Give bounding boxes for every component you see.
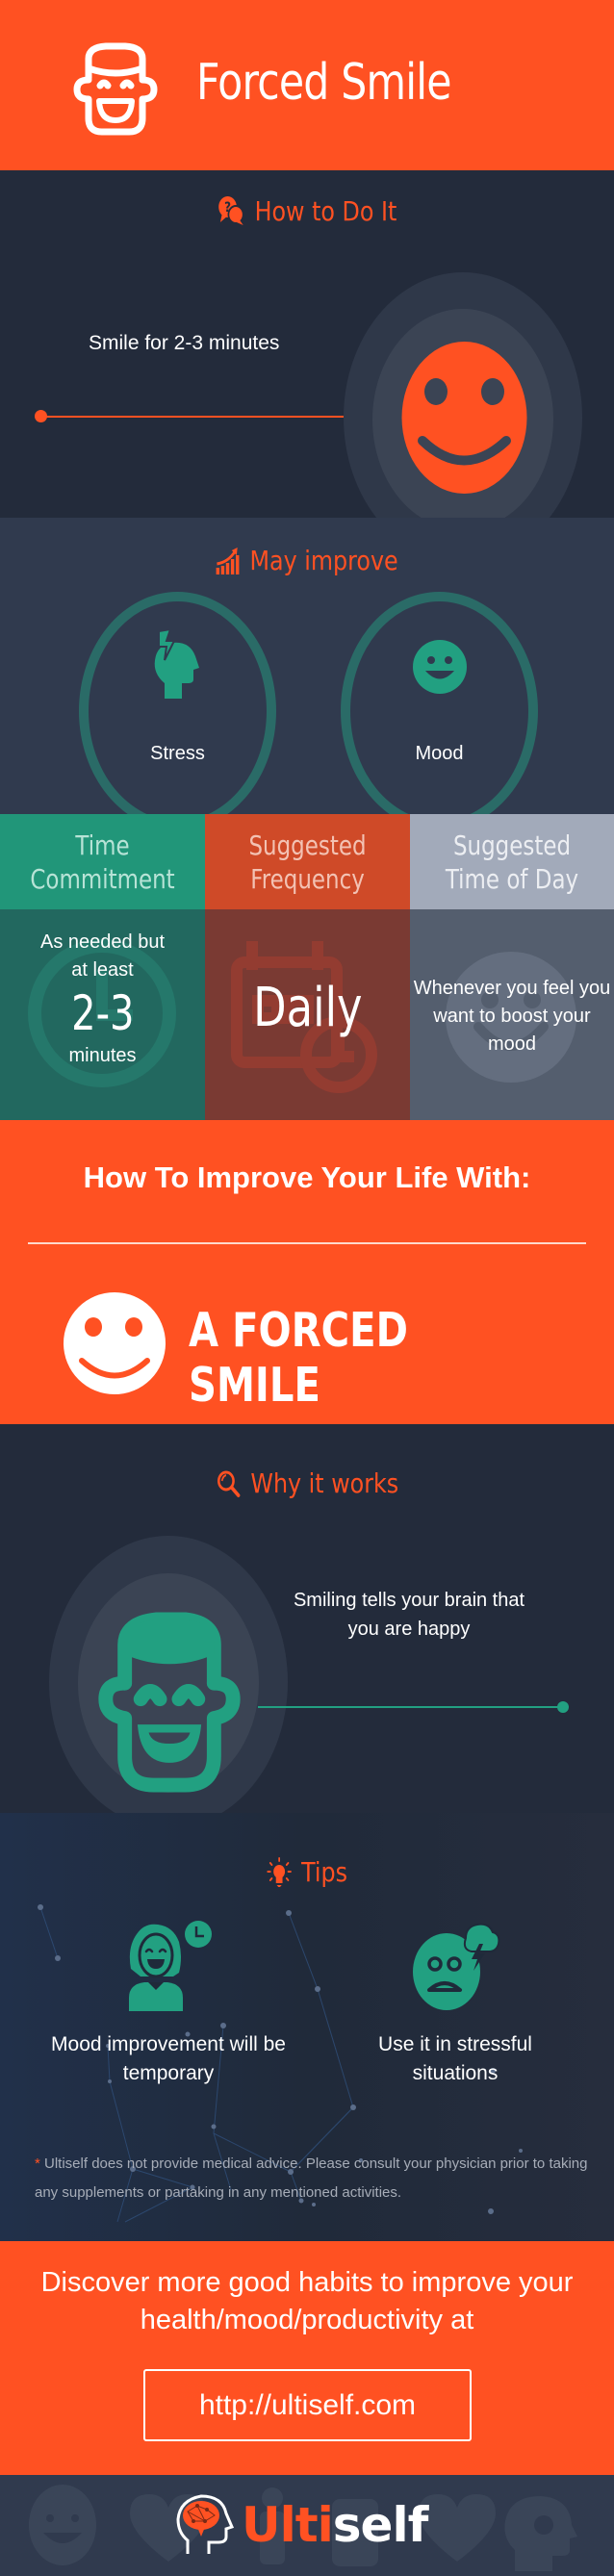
logo-wordmark: Ultiself	[242, 2497, 428, 2553]
connector-line	[40, 416, 373, 418]
happy-face-icon	[412, 640, 467, 694]
footer-brand-bar: Ultiself	[0, 2475, 614, 2576]
cta-text: Discover more good habits to improve you…	[40, 2267, 574, 2336]
habit-name: A FORCED SMILE	[189, 1303, 408, 1413]
stat-time-commitment: Time Commitment As needed but at least 2…	[0, 814, 205, 1120]
why-it-works-text: Smiling tells your brain that you are ha…	[293, 1590, 525, 1640]
connector-line	[258, 1706, 562, 1708]
stat-value: Whenever you feel you want to boost your…	[413, 978, 611, 1055]
tip-label: Mood improvement will be temporary	[51, 2033, 286, 2085]
connector-dot	[557, 1701, 569, 1713]
question-chat-bubbles-icon: ?	[218, 196, 244, 225]
stat-value-block: As needed but at least 2-3 minutes	[40, 931, 165, 1066]
medical-disclaimer: * Ultiself does not provide medical advi…	[35, 2155, 588, 2201]
how-to-section: ? How to Do It Smile for 2-3 minutes	[0, 170, 614, 518]
page-title: Forced Smile	[196, 54, 452, 112]
website-link[interactable]: http://ultiself.com	[143, 2369, 472, 2441]
stats-grid: Time Commitment As needed but at least 2…	[0, 814, 614, 1120]
may-improve-section: May improve Stress Mood	[0, 518, 614, 814]
benefit-label: Mood	[415, 743, 464, 764]
svg-text:?: ?	[224, 200, 231, 216]
stat-suggested-time-of-day: Suggested Time of Day Whenever you feel …	[410, 814, 614, 1120]
improve-life-banner: How To Improve Your Life With: A FORCED …	[0, 1120, 614, 1424]
tips-heading: Tips	[0, 1856, 614, 1895]
lightbulb-icon	[267, 1856, 292, 1887]
stat-heading: Time Commitment	[0, 814, 205, 909]
how-to-step: Smile for 2-3 minutes	[89, 332, 280, 354]
divider	[28, 1242, 586, 1244]
benefit-stress: Stress	[79, 592, 276, 814]
header-banner: Forced Smile	[0, 0, 614, 170]
smiling-woman-clock-icon	[129, 1921, 212, 2011]
how-to-heading: ? How to Do It	[0, 194, 614, 234]
stat-body: Daily	[205, 909, 410, 1120]
connector-dot	[35, 410, 47, 422]
tip-item: Use it in stressful situations	[335, 1919, 576, 2089]
tip-item: Mood improvement will be temporary	[48, 1919, 289, 2089]
benefit-label: Stress	[150, 743, 205, 764]
magnifier-icon	[217, 1470, 240, 1497]
benefit-mood: Mood	[341, 592, 538, 814]
improve-life-heading: How To Improve Your Life With:	[83, 1160, 531, 1194]
stat-body: As needed but at least 2-3 minutes	[0, 909, 205, 1120]
smiley-face-icon	[64, 1292, 166, 1394]
stat-body: Whenever you feel you want to boost your…	[410, 909, 614, 1120]
grinning-man-face-icon	[73, 42, 158, 136]
anxious-face-storm-icon	[413, 1923, 500, 2010]
why-it-works-section: Why it works Smiling tells your brain th…	[0, 1424, 614, 1813]
cta-section: Discover more good habits to improve you…	[0, 2241, 614, 2475]
stat-suggested-frequency: Suggested Frequency Daily	[205, 814, 410, 1120]
tip-label: Use it in stressful situations	[378, 2033, 532, 2085]
ultiself-logo[interactable]: Ultiself	[176, 2494, 428, 2556]
brain-head-icon	[176, 2494, 235, 2554]
grinning-man-face-icon	[98, 1612, 241, 1793]
tips-section: Tips Mood improvement will be temporary …	[0, 1813, 614, 2241]
stat-heading: Suggested Time of Day	[410, 814, 614, 909]
rising-bar-chart-icon	[216, 547, 240, 574]
why-it-works-heading: Why it works	[0, 1467, 614, 1505]
stressed-head-lightning-icon	[154, 629, 199, 699]
stat-heading: Suggested Frequency	[205, 814, 410, 909]
smiley-face-icon	[401, 342, 527, 494]
may-improve-heading: May improve	[0, 545, 614, 582]
stat-value: Daily	[252, 977, 363, 1039]
